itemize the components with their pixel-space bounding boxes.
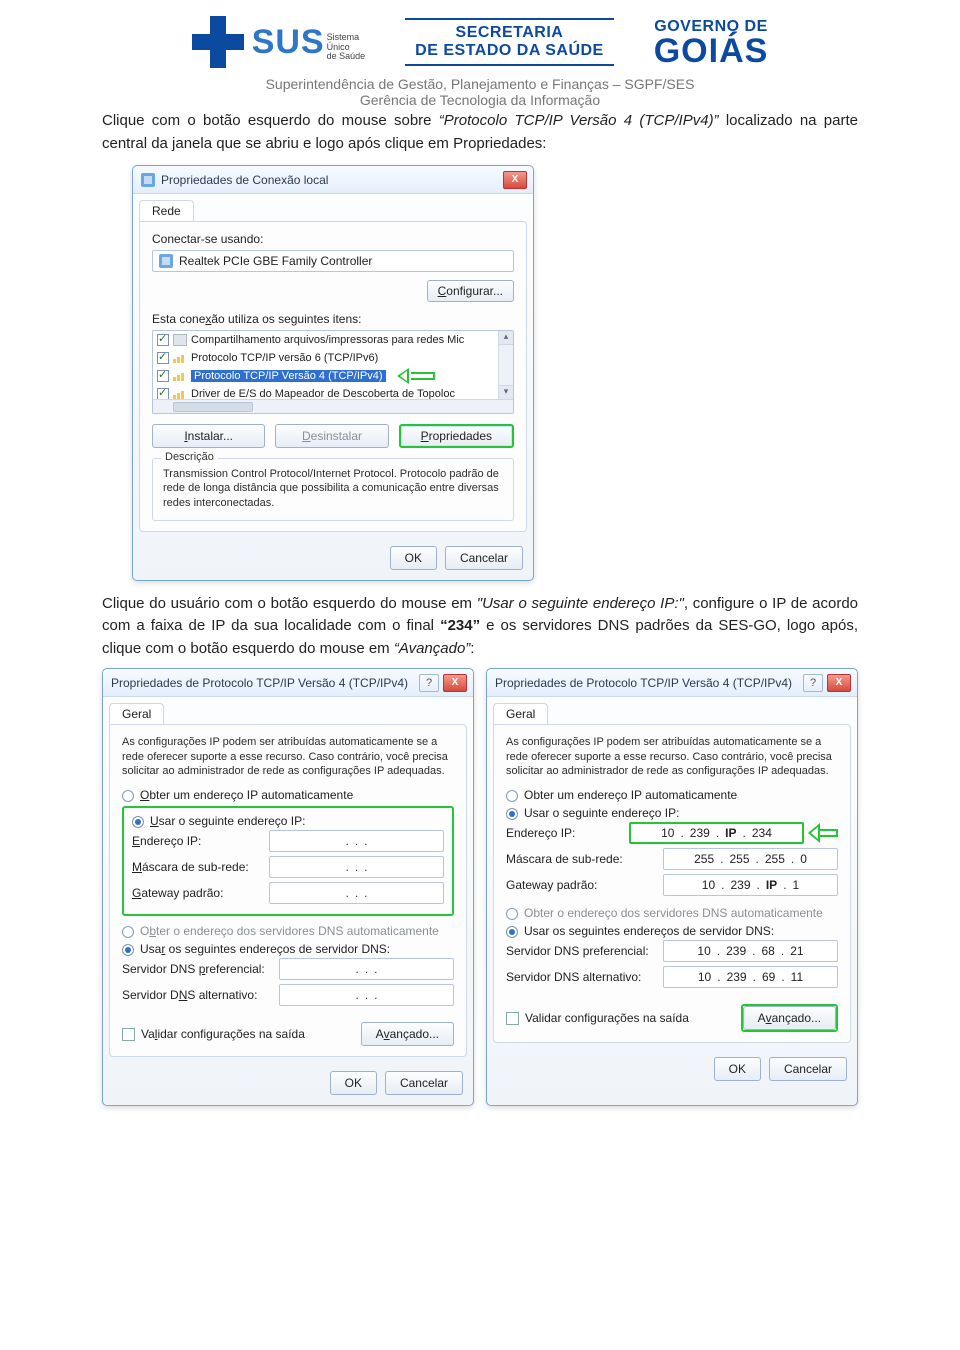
properties-button[interactable]: Propriedades <box>399 424 514 448</box>
window-title: Propriedades de Conexão local <box>161 173 328 187</box>
list-item[interactable]: Protocolo TCP/IP versão 6 (TCP/IPv6) <box>153 349 513 367</box>
protocol-icon <box>173 389 187 399</box>
vertical-scrollbar[interactable]: ▴▾ <box>498 331 513 399</box>
sus-subtitle: Sistema Único de Saúde <box>327 33 366 61</box>
gateway-input[interactable]: 10. 239. IP. 1 <box>663 874 838 896</box>
radio-auto-dns: Obter o endereço dos servidores DNS auto… <box>122 924 454 938</box>
checkbox-icon[interactable] <box>157 352 169 364</box>
ip-label: Endereço IP: <box>506 826 575 840</box>
nic-icon <box>159 254 173 268</box>
advanced-button[interactable]: Avançado... <box>743 1006 836 1030</box>
paragraph-intro: Clique com o botão esquerdo do mouse sob… <box>102 110 858 155</box>
header-subtitle: Superintendência de Gestão, Planejamento… <box>32 76 928 108</box>
connection-items-list[interactable]: Compartilhamento arquivos/impressoras pa… <box>152 330 514 414</box>
items-label: Esta conexão utiliza os seguintes itens: <box>152 312 514 326</box>
install-button[interactable]: Instalar... <box>152 424 265 448</box>
titlebar[interactable]: Propriedades de Conexão local X <box>133 166 533 194</box>
close-button[interactable]: X <box>827 674 851 692</box>
mask-label: Máscara de sub-rede: <box>506 852 623 866</box>
ip-input[interactable]: ... <box>269 830 444 852</box>
gateway-label: Gateway padrão: <box>132 886 223 900</box>
radio-static-dns[interactable]: Usar os seguintes endereços de servidor … <box>122 942 454 956</box>
radio-static-ip[interactable]: Usar o seguinte endereço IP: <box>506 806 838 820</box>
gateway-input[interactable]: ... <box>269 882 444 904</box>
sus-wordmark: SUS <box>252 23 325 62</box>
arrow-left-icon <box>808 821 838 845</box>
gateway-label: Gateway padrão: <box>506 878 597 892</box>
window-icon <box>141 173 155 187</box>
uninstall-button: Desinstalar <box>275 424 388 448</box>
dns1-input[interactable]: ... <box>279 958 454 980</box>
dns2-input[interactable]: ... <box>279 984 454 1006</box>
titlebar[interactable]: Propriedades de Protocolo TCP/IP Versão … <box>103 669 473 697</box>
checkbox-icon[interactable] <box>157 370 169 382</box>
dns2-label: Servidor DNS alternativo: <box>506 970 641 984</box>
service-icon <box>173 334 187 346</box>
dns2-input[interactable]: 10. 239. 69. 11 <box>663 966 838 988</box>
dialog-tcpip-left: Propriedades de Protocolo TCP/IP Versão … <box>102 668 474 1106</box>
horizontal-scrollbar[interactable] <box>153 399 513 413</box>
radio-static-ip[interactable]: Usar o seguinte endereço IP: <box>132 814 444 828</box>
dns1-label: Servidor DNS preferencial: <box>122 962 265 976</box>
explain-text: As configurações IP podem ser atribuídas… <box>122 735 454 778</box>
ok-button[interactable]: OK <box>330 1071 377 1095</box>
dns1-label: Servidor DNS preferencial: <box>506 944 649 958</box>
ip-label: Endereço IP: <box>132 834 201 848</box>
protocol-icon <box>173 371 187 381</box>
help-button[interactable]: ? <box>419 674 439 692</box>
radio-auto-ip[interactable]: Obter um endereço IP automaticamente <box>122 788 454 802</box>
logo-secretaria: SECRETARIA DE ESTADO DA SAÚDE <box>405 18 614 66</box>
checkbox-icon[interactable] <box>157 334 169 346</box>
radio-static-dns[interactable]: Usar os seguintes endereços de servidor … <box>506 924 838 938</box>
help-button[interactable]: ? <box>803 674 823 692</box>
list-item[interactable]: Compartilhamento arquivos/impressoras pa… <box>153 331 513 349</box>
radio-auto-ip[interactable]: Obter um endereço IP automaticamente <box>506 788 838 802</box>
ok-button[interactable]: OK <box>390 546 437 570</box>
arrow-left-icon <box>397 368 435 384</box>
advanced-button[interactable]: Avançado... <box>361 1022 454 1046</box>
ip-input[interactable]: 10. 239. IP. 234 <box>629 822 804 844</box>
mask-input[interactable]: ... <box>269 856 444 878</box>
ok-button[interactable]: OK <box>714 1057 761 1081</box>
cancel-button[interactable]: Cancelar <box>769 1057 847 1081</box>
validate-checkbox[interactable]: Validar configurações na saída <box>506 1011 689 1025</box>
window-title: Propriedades de Protocolo TCP/IP Versão … <box>495 676 792 690</box>
cross-icon <box>192 16 244 68</box>
dns1-input[interactable]: 10. 239. 68. 21 <box>663 940 838 962</box>
protocol-icon <box>173 353 187 363</box>
radio-auto-dns: Obter o endereço dos servidores DNS auto… <box>506 906 838 920</box>
highlight-advanced: Avançado... <box>741 1004 838 1032</box>
mask-input[interactable]: 255. 255. 255. 0 <box>663 848 838 870</box>
list-item-selected[interactable]: Protocolo TCP/IP Versão 4 (TCP/IPv4) <box>153 367 513 385</box>
logo-sus: SUS Sistema Único de Saúde <box>192 16 365 68</box>
window-title: Propriedades de Protocolo TCP/IP Versão … <box>111 676 408 690</box>
validate-checkbox[interactable]: Validar configurações na saída <box>122 1027 305 1041</box>
cancel-button[interactable]: Cancelar <box>385 1071 463 1095</box>
dns2-label: Servidor DNS alternativo: <box>122 988 257 1002</box>
titlebar[interactable]: Propriedades de Protocolo TCP/IP Versão … <box>487 669 857 697</box>
cancel-button[interactable]: Cancelar <box>445 546 523 570</box>
highlight-ip-section: Usar o seguinte endereço IP: Endereço IP… <box>122 806 454 916</box>
paragraph-mid: Clique do usuário com o botão esquerdo d… <box>102 593 858 661</box>
tab-geral[interactable]: Geral <box>109 703 164 724</box>
logo-governo-goias: GOVERNO DE GOIÁS <box>654 18 769 67</box>
dialog-conexao-local: Propriedades de Conexão local X Rede Con… <box>132 165 534 581</box>
configure-button[interactable]: Configurar... <box>427 280 514 302</box>
close-button[interactable]: X <box>443 674 467 692</box>
explain-text: As configurações IP podem ser atribuídas… <box>506 735 838 778</box>
tab-geral[interactable]: Geral <box>493 703 548 724</box>
connect-using-label: Conectar-se usando: <box>152 232 514 246</box>
description-group: Descrição Transmission Control Protocol/… <box>152 458 514 521</box>
tab-rede[interactable]: Rede <box>139 200 194 221</box>
close-button[interactable]: X <box>503 171 527 189</box>
dialog-tcpip-right: Propriedades de Protocolo TCP/IP Versão … <box>486 668 858 1106</box>
document-header: SUS Sistema Único de Saúde SECRETARIA DE… <box>32 16 928 68</box>
adapter-field[interactable]: Realtek PCIe GBE Family Controller <box>152 250 514 272</box>
mask-label: Máscara de sub-rede: <box>132 860 249 874</box>
